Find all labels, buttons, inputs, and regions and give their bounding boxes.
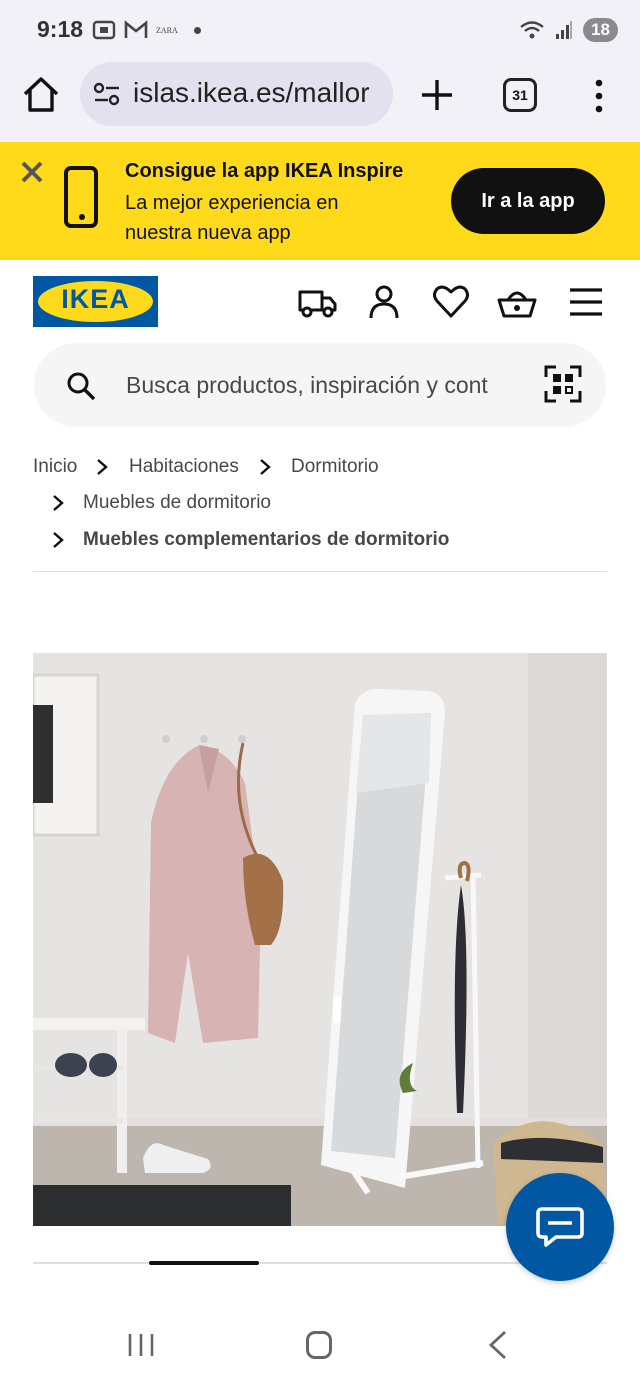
back-icon[interactable]: [487, 1330, 509, 1360]
banner-subtitle: La mejor experiencia en nuestra nueva ap…: [125, 192, 339, 244]
search-icon[interactable]: [66, 371, 96, 401]
browser-chrome: 9:18 ZARA 18 islas.ikea.es/mallor 31: [0, 0, 640, 142]
breadcrumb-item-habitaciones[interactable]: Habitaciones: [129, 456, 239, 478]
chat-bubble-icon: [536, 1207, 584, 1247]
url-text[interactable]: islas.ikea.es/mallor: [133, 77, 383, 109]
product-photo-illustration: [33, 653, 607, 1226]
menu-hamburger-icon[interactable]: [566, 284, 606, 320]
shopping-bag-icon[interactable]: [497, 284, 537, 320]
signal-icon: [556, 21, 573, 39]
divider: [33, 571, 607, 572]
chevron-right-icon: [53, 495, 64, 511]
breadcrumb-item-inicio[interactable]: Inicio: [33, 456, 77, 478]
image-scroll-indicator[interactable]: [149, 1261, 259, 1265]
logo-text: IKEA: [61, 284, 130, 314]
screenshot-icon: [92, 20, 116, 40]
breadcrumb-item-dormitorio[interactable]: Dormitorio: [291, 456, 379, 478]
delivery-truck-icon[interactable]: [297, 284, 337, 320]
search-input[interactable]: [126, 365, 516, 405]
smartphone-icon: [64, 166, 98, 228]
status-bar: 9:18 ZARA 18: [0, 0, 640, 62]
qr-scanner-icon[interactable]: [544, 365, 582, 403]
system-home-button[interactable]: [306, 1331, 332, 1359]
chevron-right-icon: [53, 532, 64, 548]
breadcrumb-item-muebles-de-dormitorio[interactable]: Muebles de dormitorio: [83, 492, 271, 514]
site-settings-icon[interactable]: [92, 80, 122, 108]
search-bar[interactable]: [34, 343, 606, 427]
gmail-icon: [124, 20, 148, 38]
dot-icon: [193, 26, 201, 34]
chat-button[interactable]: [506, 1173, 614, 1281]
banner-title: Consigue la app IKEA Inspire: [125, 160, 404, 182]
ikea-logo[interactable]: IKEA: [33, 276, 158, 327]
product-image[interactable]: [33, 653, 607, 1226]
wifi-icon: [520, 21, 544, 39]
new-tab-icon[interactable]: [418, 76, 456, 114]
account-icon[interactable]: [364, 284, 404, 320]
battery-indicator: 18: [583, 18, 618, 42]
chevron-right-icon: [260, 459, 271, 475]
url-bar[interactable]: islas.ikea.es/mallor: [80, 62, 393, 126]
favourites-heart-icon[interactable]: [431, 284, 471, 320]
close-icon[interactable]: [18, 158, 46, 186]
zara-icon: ZARA: [156, 25, 178, 35]
browser-menu-icon[interactable]: [590, 78, 608, 114]
chevron-right-icon: [97, 459, 108, 475]
recent-apps-icon[interactable]: [127, 1332, 155, 1358]
tab-switcher-button[interactable]: 31: [503, 78, 537, 112]
status-time: 9:18: [37, 16, 84, 42]
breadcrumb-item-current: Muebles complementarios de dormitorio: [83, 529, 450, 550]
home-icon[interactable]: [20, 74, 62, 116]
open-app-button[interactable]: Ir a la app: [451, 168, 605, 234]
